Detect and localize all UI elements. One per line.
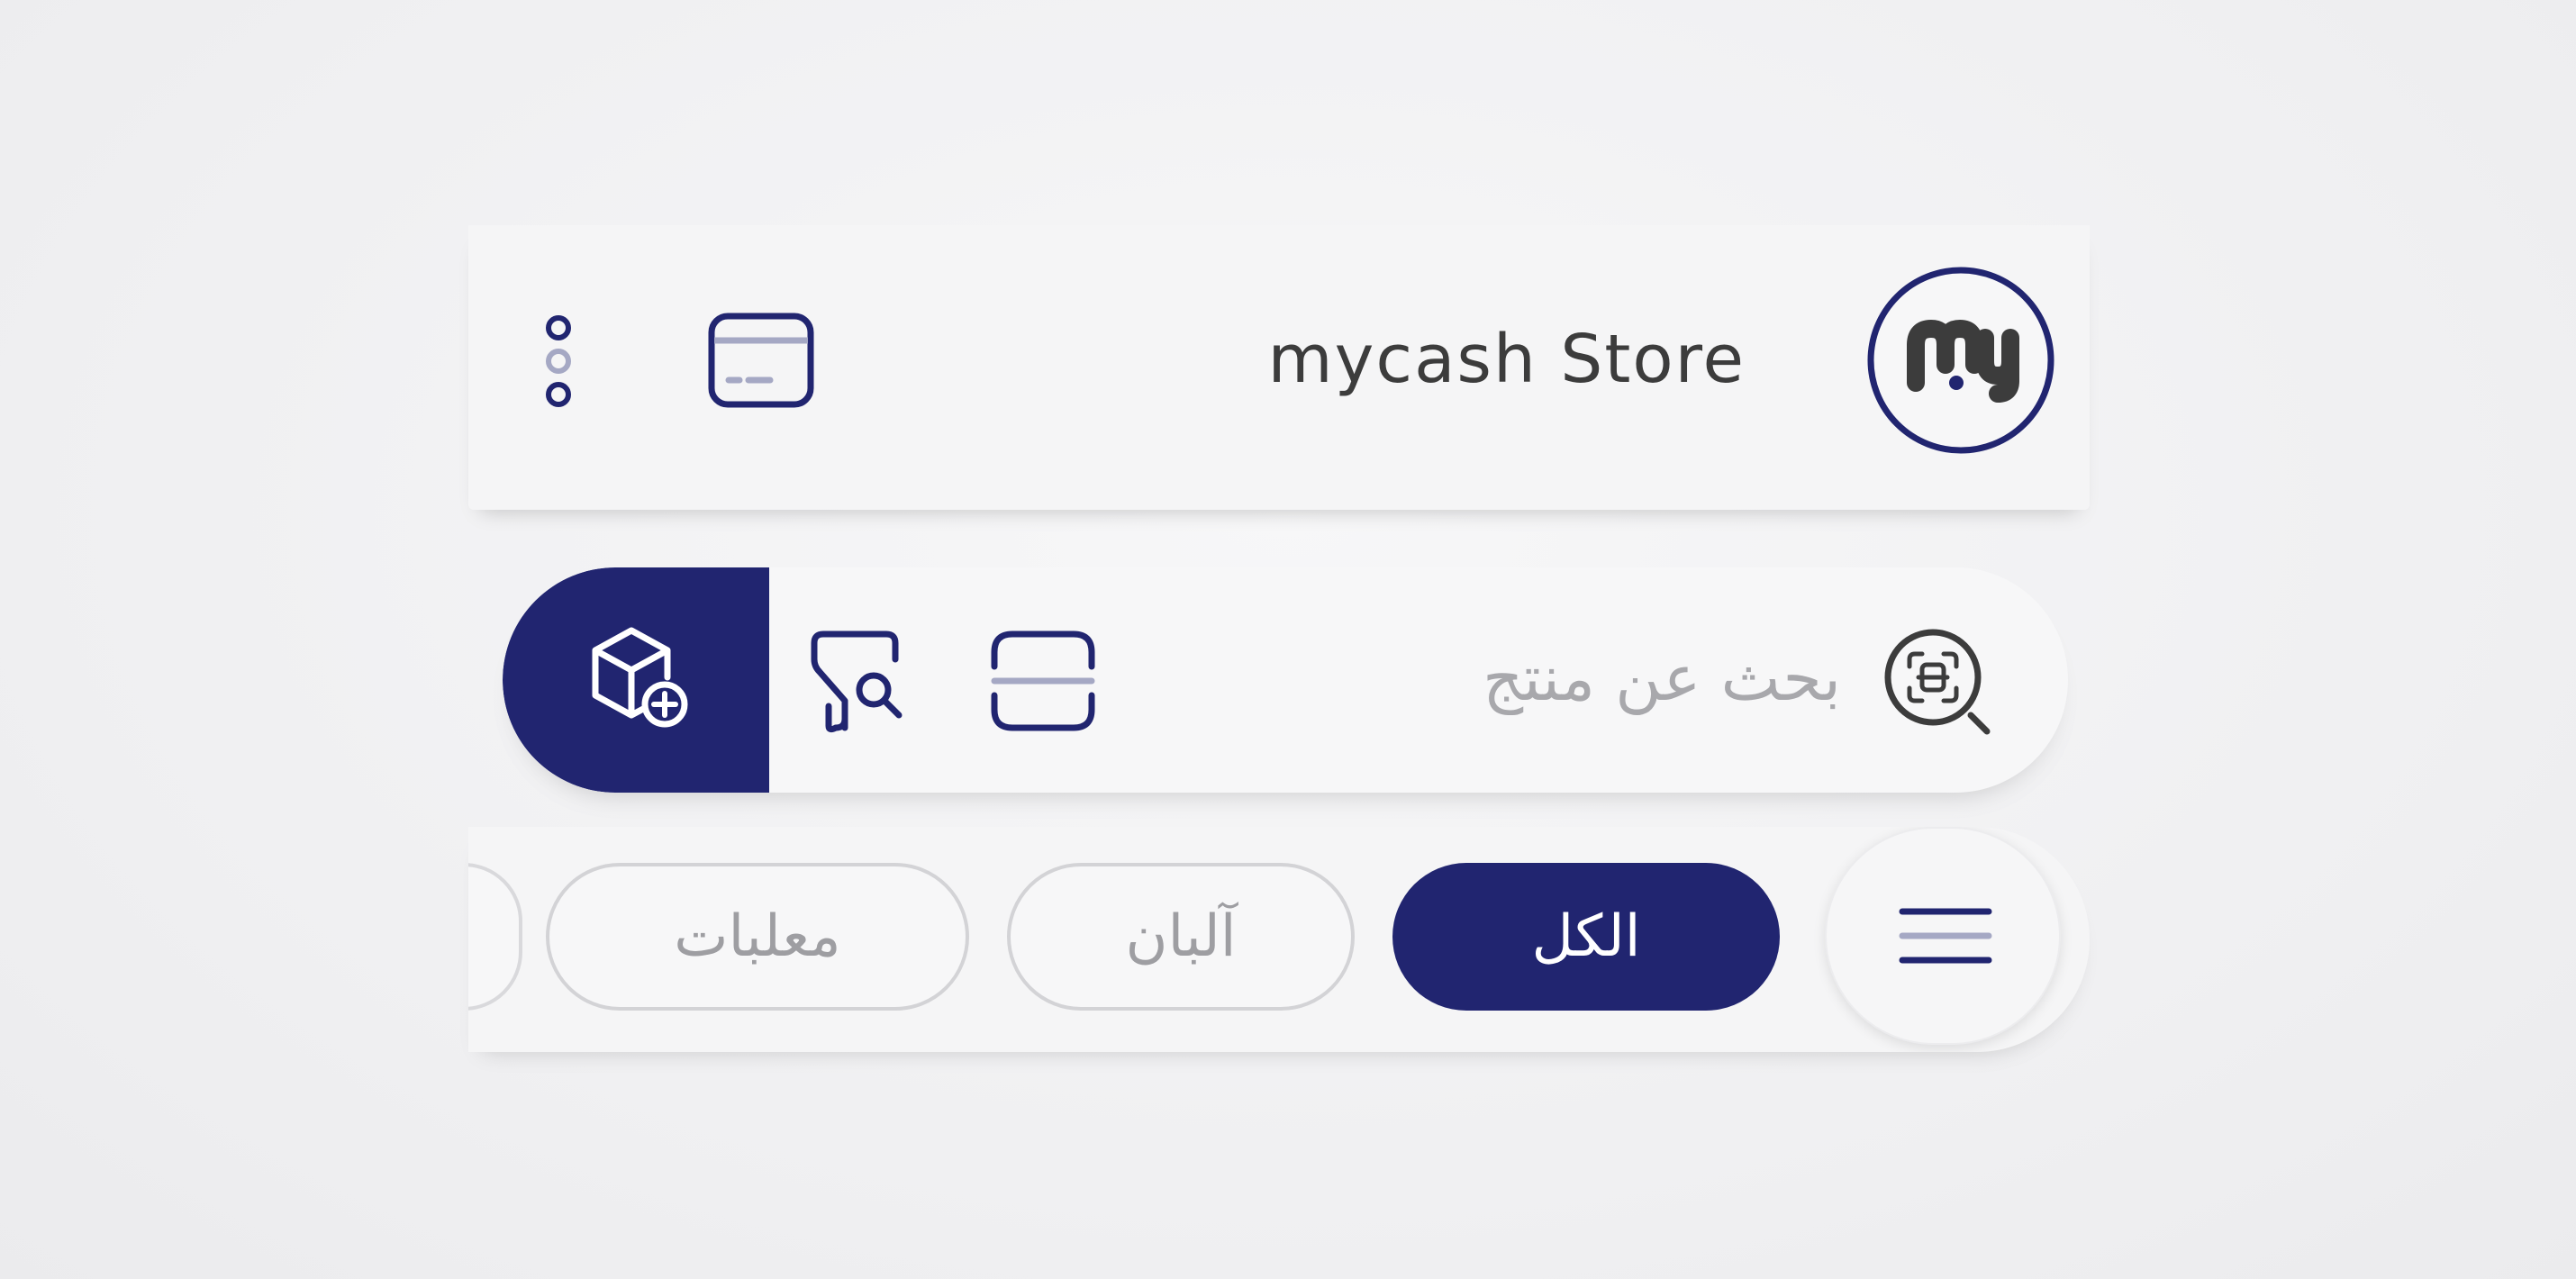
category-chip-label: الكل [1531,903,1641,970]
ai-search-button[interactable] [1882,627,1996,740]
category-menu-button[interactable] [1825,827,2061,1045]
filter-search-button[interactable] [809,629,908,735]
ai-search-icon [1884,629,1991,735]
category-filter-bar: معلبات آلبان الكل [468,827,2090,1052]
mycash-logo-icon [1867,267,2054,454]
add-product-icon [592,627,688,728]
category-chip-all[interactable]: الكل [1392,863,1780,1011]
category-chip-dairy[interactable]: آلبان [1007,863,1355,1011]
store-logo[interactable] [1866,266,2055,455]
credit-card-icon [708,313,814,408]
hamburger-menu-icon [1899,908,1992,964]
barcode-scan-icon [991,630,1095,731]
store-name: mycash Store [1267,321,1746,398]
app-header: mycash Store [468,225,2090,510]
barcode-scan-button[interactable] [989,629,1097,733]
search-bar [503,567,2068,793]
search-input[interactable] [1209,623,1843,733]
store-app: mycash Store بحث عن منتج معلبات آلبان ال… [468,225,2090,1072]
category-chip-partial[interactable] [468,863,522,1011]
category-chip-canned[interactable]: معلبات [546,863,969,1011]
category-chip-label: معلبات [674,903,841,970]
filter-search-icon [811,630,903,733]
vertical-dots-icon [546,315,571,407]
more-options-button[interactable] [540,312,576,411]
add-product-button[interactable] [503,567,769,793]
payment-card-button[interactable] [707,312,815,409]
category-chip-label: آلبان [1125,903,1237,970]
